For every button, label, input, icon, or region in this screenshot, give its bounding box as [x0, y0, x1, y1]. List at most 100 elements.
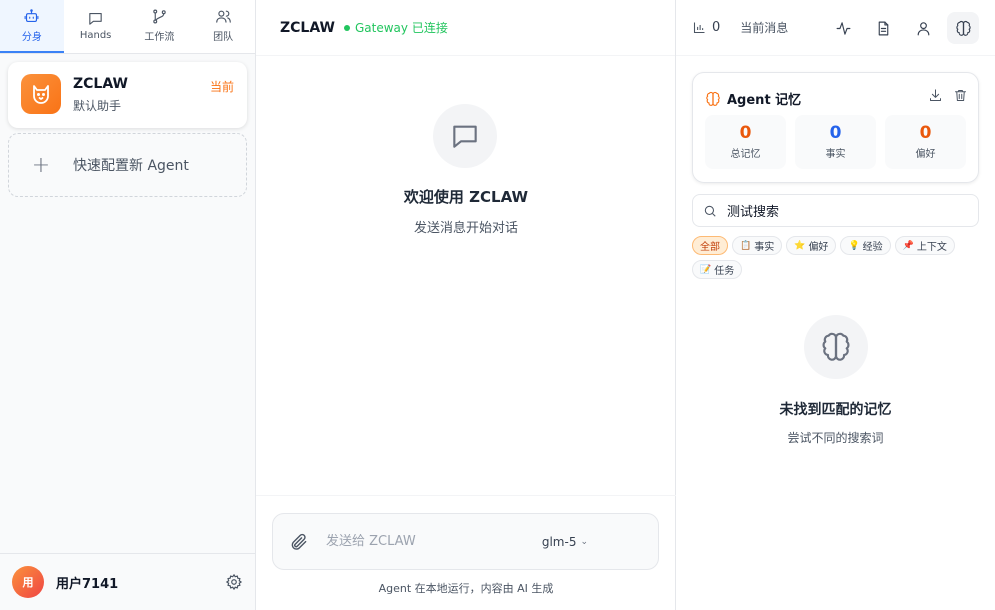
user-icon [917, 21, 929, 35]
tab-label: 团队 [213, 32, 234, 43]
quick-add-label: 快速配置新 Agent [73, 158, 189, 174]
filter-facts[interactable]: 📋 事实 [732, 236, 783, 255]
status-dot [344, 24, 350, 31]
agent-name: ZCLAW [73, 76, 128, 92]
message-square-icon [453, 125, 477, 148]
tab-team[interactable]: 团队 [191, 0, 255, 53]
filter-tasks[interactable]: 📝 任务 [692, 260, 743, 279]
agent-subtitle: 默认助手 [73, 99, 122, 113]
sidebar-tabs: 分身 Hands 工作流 团队 [0, 0, 255, 54]
star-icon: ⭐ [794, 240, 806, 251]
download-icon[interactable] [928, 88, 943, 103]
gear-icon[interactable] [225, 573, 243, 591]
empty-title: 未找到匹配的记忆 [779, 402, 892, 418]
user-button[interactable] [907, 12, 939, 44]
trash-icon[interactable] [953, 88, 968, 103]
bot-icon [24, 9, 39, 23]
memory-card: Agent 记忆 0 总记忆 0 事实 0 偏好 [692, 72, 979, 183]
memory-panel: 0 当前消息 Agent 记忆 0 总记忆 0 事实 0 偏好 测试搜索 全部 … [676, 0, 995, 610]
panel-header: 0 当前消息 [676, 0, 995, 56]
stat-label: 事实 [825, 149, 846, 160]
stat-label: 偏好 [915, 149, 936, 160]
filter-label: 全部 [700, 242, 720, 253]
composer-note: Agent 在本地运行，内容由 AI 生成 [378, 582, 554, 595]
pin-icon: 📌 [902, 240, 914, 251]
message-stat: 0 [692, 20, 720, 35]
user-name: 用户7141 [56, 576, 119, 592]
memory-search [692, 194, 979, 227]
memory-title-text: Agent 记忆 [727, 93, 802, 108]
stat-value: 0 [739, 123, 752, 143]
clipboard-icon: 📋 [740, 240, 752, 251]
file-text-icon [878, 21, 888, 35]
git-branch-icon [153, 9, 166, 24]
lightbulb-icon: 💡 [848, 240, 860, 251]
paperclip-icon[interactable] [289, 532, 309, 552]
current-messages-label: 当前消息 [740, 21, 789, 35]
stat-label: 总记忆 [730, 149, 761, 160]
welcome-title: 欢迎使用 ZCLAW [403, 188, 529, 206]
model-name: glm-5 [541, 534, 577, 549]
chat-header: ZCLAW Gateway 已连接 [256, 0, 675, 56]
memory-filters: 全部 📋 事实 ⭐ 偏好 💡 经验 📌 上下文 📝 任务 [692, 236, 979, 279]
users-icon [215, 10, 231, 23]
tab-label: 分身 [21, 32, 42, 43]
current-badge: 当前 [209, 80, 234, 94]
message-count: 0 [712, 20, 721, 35]
filter-label: 任务 [714, 266, 735, 277]
tab-label: Hands [79, 30, 112, 41]
panel-toolbar [827, 12, 979, 44]
stat-value: 0 [919, 123, 932, 143]
welcome-subtitle: 发送消息开始对话 [413, 221, 518, 236]
stat-preferences: 0 偏好 [885, 115, 966, 169]
filter-preferences[interactable]: ⭐ 偏好 [786, 236, 837, 255]
memo-icon: 📝 [700, 264, 712, 275]
tab-label: 工作流 [144, 32, 175, 43]
stat-value: 0 [829, 123, 842, 143]
brain-icon [822, 332, 850, 361]
stat-total: 0 总记忆 [705, 115, 786, 169]
filter-context[interactable]: 📌 上下文 [894, 236, 955, 255]
memory-title: Agent 记忆 [705, 89, 801, 108]
filter-label: 事实 [754, 242, 775, 253]
chat-title: ZCLAW [280, 19, 335, 36]
memory-button[interactable] [947, 12, 979, 44]
chevron-down-icon: ⌄ [580, 536, 588, 547]
stat-facts: 0 事实 [795, 115, 876, 169]
memory-actions [928, 88, 968, 103]
filter-label: 上下文 [916, 242, 947, 253]
sidebar: 分身 Hands 工作流 团队 ZCLAW 默认助手 当前 + 快速配置新 Ag… [0, 0, 256, 610]
activity-button[interactable] [827, 12, 859, 44]
filter-experience[interactable]: 💡 经验 [840, 236, 891, 255]
message-square-icon [89, 12, 102, 25]
message-input[interactable] [326, 534, 526, 549]
empty-illustration [804, 315, 868, 379]
brain-icon [955, 20, 971, 36]
model-select[interactable]: glm-5 ⌄ [542, 535, 588, 549]
chat-area: ZCLAW Gateway 已连接 欢迎使用 ZCLAW 发送消息开始对话 gl… [256, 0, 676, 610]
user-bar: 用 用户7141 [0, 553, 255, 610]
empty-subtitle: 尝试不同的搜索词 [787, 431, 884, 445]
agent-avatar [21, 74, 61, 114]
bar-chart-icon [693, 22, 705, 34]
plus-icon: + [31, 152, 51, 178]
activity-icon [836, 21, 850, 35]
composer-area: glm-5 ⌄ Agent 在本地运行，内容由 AI 生成 [256, 495, 676, 610]
document-button[interactable] [867, 12, 899, 44]
search-input[interactable] [727, 203, 967, 218]
brain-icon [706, 91, 720, 106]
search-icon [704, 205, 716, 217]
filter-label: 偏好 [808, 242, 829, 253]
quick-add-agent-button[interactable]: + 快速配置新 Agent [8, 133, 247, 197]
message-composer: glm-5 ⌄ [272, 513, 659, 570]
welcome-illustration [433, 104, 497, 168]
gateway-status: Gateway 已连接 [355, 21, 448, 35]
tab-hands[interactable]: Hands [64, 0, 128, 53]
filter-label: 经验 [862, 242, 883, 253]
filter-all[interactable]: 全部 [692, 236, 728, 255]
cat-icon [33, 85, 49, 104]
avatar[interactable]: 用 [12, 566, 44, 598]
tab-workflow[interactable]: 工作流 [128, 0, 192, 53]
tab-agents[interactable]: 分身 [0, 0, 64, 53]
agent-card-zclaw[interactable]: ZCLAW 默认助手 当前 [8, 62, 247, 128]
